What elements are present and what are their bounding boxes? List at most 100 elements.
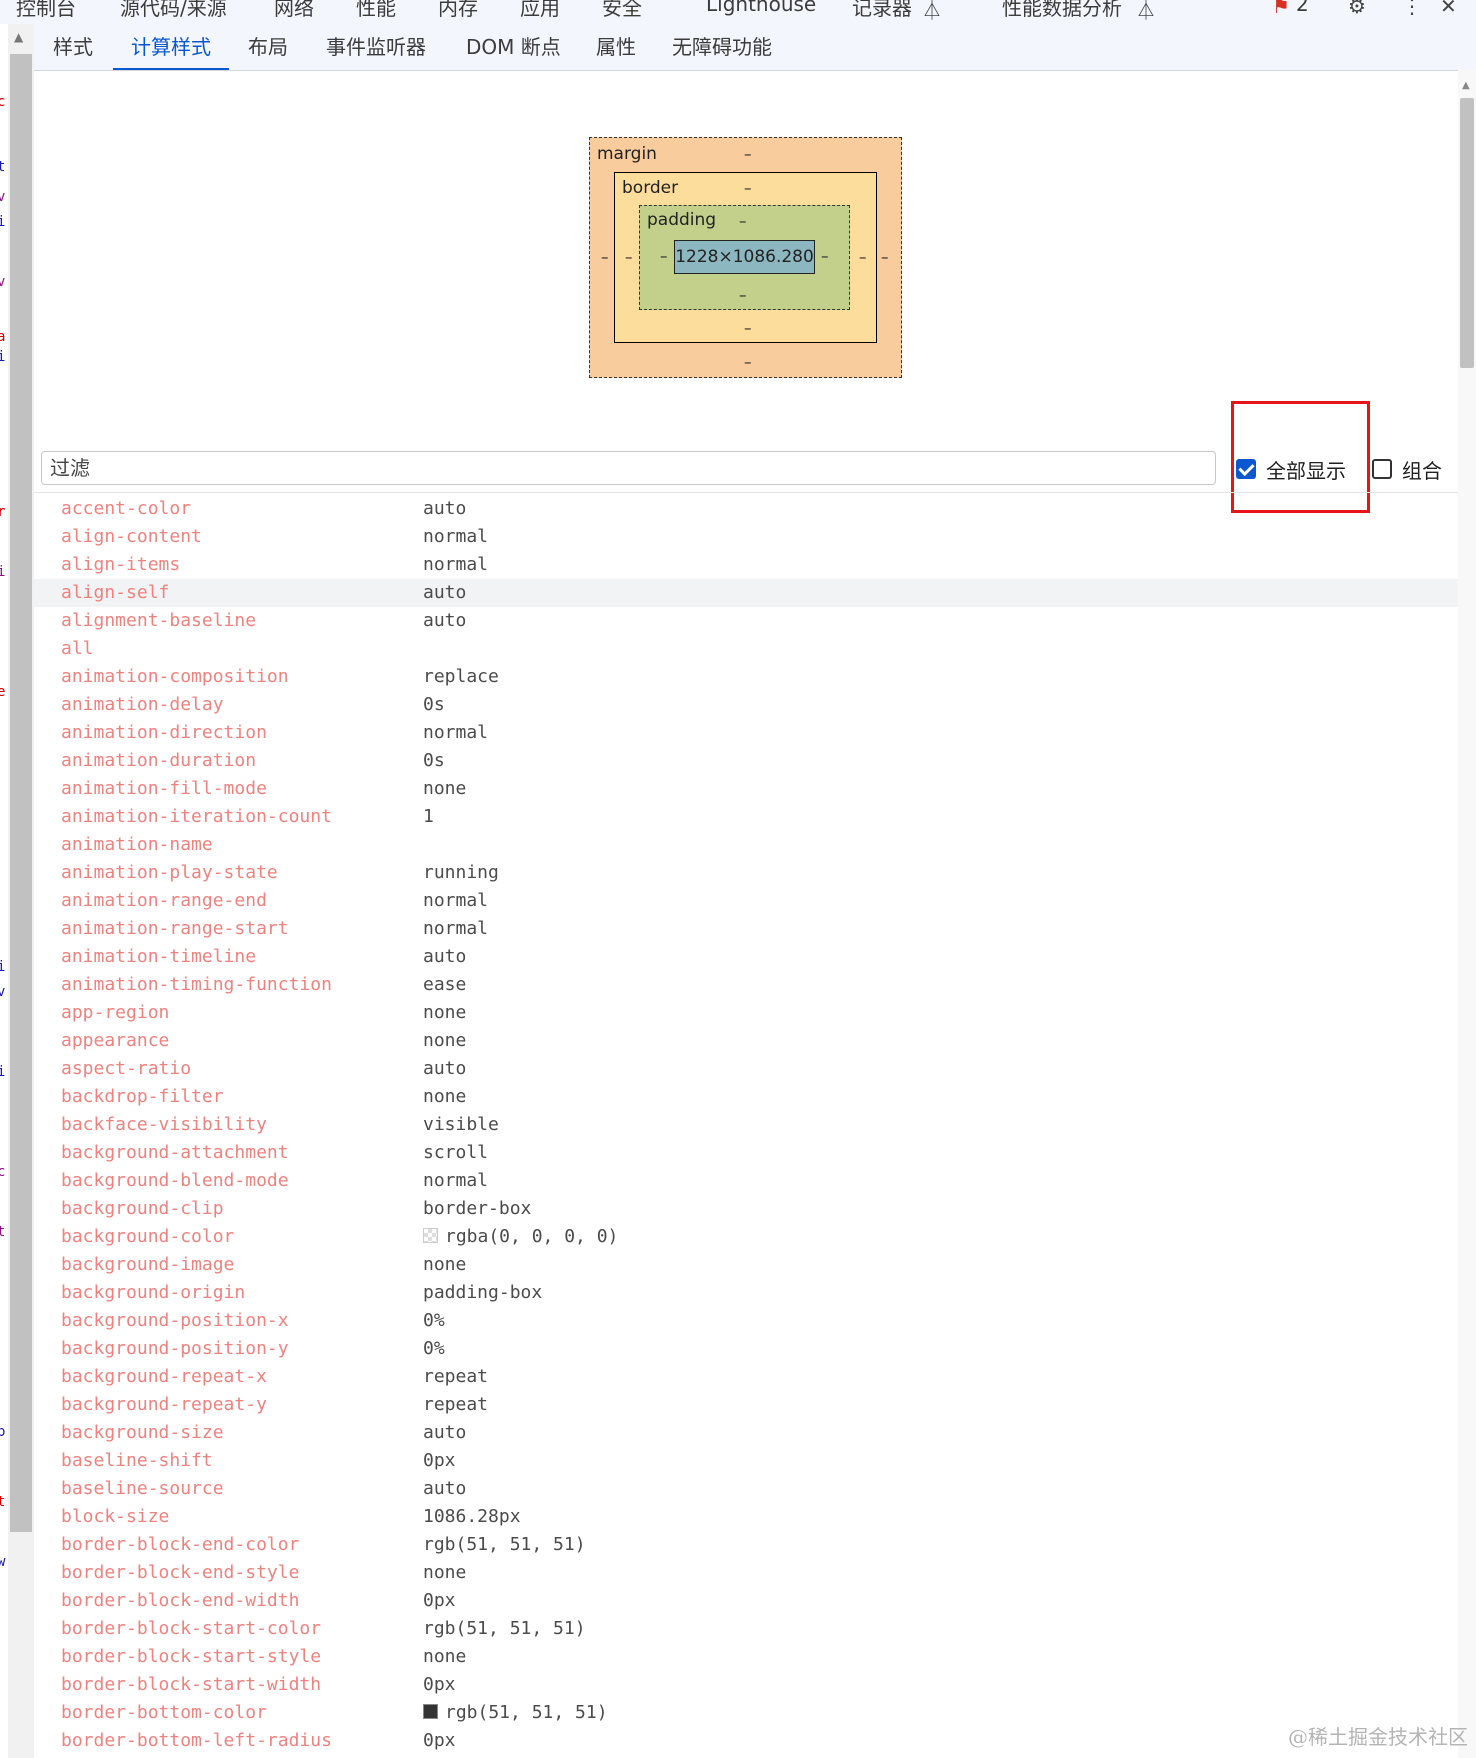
property-name[interactable]: border-block-start-width — [61, 1674, 321, 1695]
property-value[interactable]: 0s — [423, 750, 445, 771]
property-value[interactable]: normal — [423, 526, 488, 547]
tab-sources[interactable]: 源代码/来源 — [120, 0, 227, 21]
property-value[interactable]: normal — [423, 1170, 488, 1191]
property-name[interactable]: background-clip — [61, 1198, 224, 1219]
tab-accessibility[interactable]: 无障碍功能 — [672, 24, 772, 68]
property-value[interactable]: none — [423, 1254, 466, 1275]
show-all-checkbox[interactable]: 全部显示 — [1236, 455, 1346, 483]
border-top-value[interactable]: – — [744, 179, 752, 197]
property-value[interactable]: 1086.28px — [423, 1506, 521, 1527]
property-value[interactable]: auto — [423, 1058, 466, 1079]
property-row[interactable]: alignment-baseline auto — [34, 607, 1458, 635]
property-value[interactable]: auto — [423, 498, 466, 519]
property-name[interactable]: border-bottom-left-radius — [61, 1730, 332, 1751]
property-row[interactable]: animation-range-end normal — [34, 887, 1458, 915]
property-value[interactable]: none — [423, 1002, 466, 1023]
property-row[interactable]: animation-delay 0s — [34, 691, 1458, 719]
property-value[interactable]: scroll — [423, 1142, 488, 1163]
property-row[interactable]: animation-range-start normal — [34, 915, 1458, 943]
property-name[interactable]: align-items — [61, 554, 180, 575]
property-row[interactable]: block-size 1086.28px — [34, 1503, 1458, 1531]
box-model-margin[interactable]: margin – – – – border – – – – padding – … — [589, 137, 902, 378]
property-value[interactable]: 0px — [423, 1450, 456, 1471]
padding-left-value[interactable]: – — [660, 247, 668, 265]
property-row[interactable]: animation-duration 0s — [34, 747, 1458, 775]
property-row[interactable]: background-image none — [34, 1251, 1458, 1279]
property-row[interactable]: baseline-shift 0px — [34, 1447, 1458, 1475]
property-row[interactable]: appearance none — [34, 1027, 1458, 1055]
checkbox-unchecked-icon[interactable] — [1372, 459, 1392, 479]
property-name[interactable]: block-size — [61, 1506, 169, 1527]
property-value[interactable]: auto — [423, 1422, 466, 1443]
filter-input[interactable] — [41, 451, 1216, 485]
property-value[interactable]: normal — [423, 890, 488, 911]
property-value[interactable]: 0% — [423, 1310, 445, 1331]
property-row[interactable]: border-block-end-style none — [34, 1559, 1458, 1587]
property-value[interactable]: rgb(51, 51, 51) — [423, 1702, 608, 1723]
property-row[interactable]: baseline-source auto — [34, 1475, 1458, 1503]
property-value[interactable]: 1 — [423, 806, 434, 827]
property-value[interactable]: none — [423, 778, 466, 799]
tab-network[interactable]: 网络 — [274, 0, 314, 21]
margin-right-value[interactable]: – — [881, 248, 889, 266]
property-row[interactable]: all — [34, 635, 1458, 663]
property-row[interactable]: border-block-end-width 0px — [34, 1587, 1458, 1615]
property-value[interactable]: none — [423, 1030, 466, 1051]
tab-application[interactable]: 应用 — [520, 0, 560, 21]
group-checkbox[interactable]: 组合 — [1372, 455, 1442, 483]
tab-security[interactable]: 安全 — [602, 0, 642, 21]
property-name[interactable]: background-repeat-y — [61, 1394, 267, 1415]
property-row[interactable]: animation-composition replace — [34, 663, 1458, 691]
property-row[interactable]: background-blend-mode normal — [34, 1167, 1458, 1195]
property-name[interactable]: appearance — [61, 1030, 169, 1051]
issues-flag-icon[interactable]: ⚑ — [1272, 0, 1290, 18]
tab-properties[interactable]: 属性 — [596, 24, 636, 68]
property-row[interactable]: aspect-ratio auto — [34, 1055, 1458, 1083]
property-row[interactable]: background-repeat-x repeat — [34, 1363, 1458, 1391]
property-value[interactable]: repeat — [423, 1366, 488, 1387]
property-name[interactable]: background-color — [61, 1226, 234, 1247]
property-value[interactable]: rgb(51, 51, 51) — [423, 1534, 586, 1555]
property-value[interactable]: none — [423, 1086, 466, 1107]
property-name[interactable]: border-block-end-color — [61, 1534, 299, 1555]
tab-performance-insights[interactable]: 性能数据分析 — [1002, 0, 1122, 21]
property-name[interactable]: backface-visibility — [61, 1114, 267, 1135]
property-name[interactable]: align-self — [61, 582, 169, 603]
property-name[interactable]: all — [61, 638, 94, 659]
property-value[interactable]: visible — [423, 1114, 499, 1135]
property-row[interactable]: backface-visibility visible — [34, 1111, 1458, 1139]
property-row[interactable]: backdrop-filter none — [34, 1083, 1458, 1111]
property-name[interactable]: border-block-start-style — [61, 1646, 321, 1667]
margin-top-value[interactable]: – — [744, 145, 752, 163]
property-name[interactable]: animation-composition — [61, 666, 289, 687]
property-value[interactable]: rgba(0, 0, 0, 0) — [423, 1226, 618, 1247]
tab-memory[interactable]: 内存 — [438, 0, 478, 21]
tab-dom-breakpoints[interactable]: DOM 断点 — [466, 24, 561, 68]
property-row[interactable]: border-bottom-color rgb(51, 51, 51) — [34, 1699, 1458, 1727]
property-row[interactable]: align-items normal — [34, 551, 1458, 579]
property-name[interactable]: border-block-end-style — [61, 1562, 299, 1583]
property-value[interactable]: normal — [423, 918, 488, 939]
color-swatch-icon[interactable] — [423, 1704, 438, 1719]
property-name[interactable]: animation-timeline — [61, 946, 256, 967]
checkbox-checked-icon[interactable] — [1236, 459, 1256, 479]
tab-styles[interactable]: 样式 — [53, 24, 93, 68]
property-value[interactable]: repeat — [423, 1394, 488, 1415]
property-name[interactable]: align-content — [61, 526, 202, 547]
property-name[interactable]: background-attachment — [61, 1142, 289, 1163]
tab-performance[interactable]: 性能 — [356, 0, 396, 21]
property-value[interactable]: normal — [423, 722, 488, 743]
property-name[interactable]: alignment-baseline — [61, 610, 256, 631]
property-value[interactable]: running — [423, 862, 499, 883]
property-row[interactable]: align-self auto — [34, 579, 1458, 607]
property-value[interactable]: auto — [423, 1478, 466, 1499]
property-value[interactable]: border-box — [423, 1198, 531, 1219]
property-value[interactable]: normal — [423, 554, 488, 575]
property-row[interactable]: border-bottom-left-radius 0px — [34, 1727, 1458, 1755]
right-panel-scrollbar[interactable]: ▲ — [1458, 70, 1476, 1758]
property-value[interactable]: rgb(51, 51, 51) — [423, 1618, 586, 1639]
property-name[interactable]: backdrop-filter — [61, 1086, 224, 1107]
property-row[interactable]: background-position-y 0% — [34, 1335, 1458, 1363]
scrollbar-thumb[interactable] — [10, 54, 32, 1532]
property-value[interactable]: 0px — [423, 1674, 456, 1695]
